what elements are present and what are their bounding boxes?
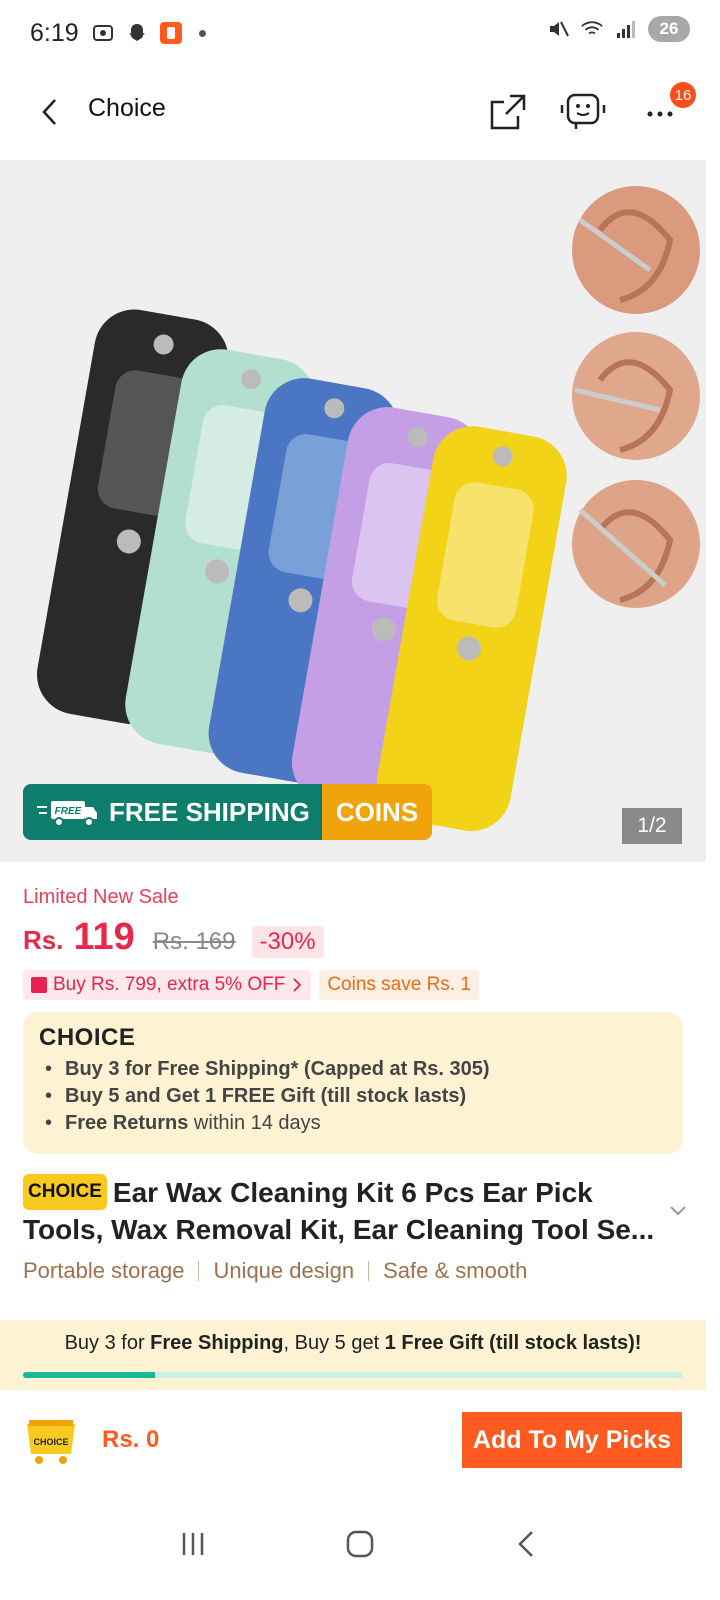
back-button[interactable] [30, 92, 70, 132]
coupon-row: Buy Rs. 799, extra 5% OFF Coins save Rs.… [23, 970, 479, 1000]
product-image-carousel[interactable]: FREE FREE SHIPPING COINS 1/2 [0, 160, 706, 862]
bundle-progress-fill [23, 1372, 155, 1378]
support-bot-icon [560, 93, 606, 129]
choice-logo: CHOICE [39, 1024, 136, 1051]
choice-benefits-list: Buy 3 for Free Shipping* (Capped at Rs. … [39, 1056, 667, 1137]
free-shipping-tag: FREE FREE SHIPPING [23, 784, 322, 840]
image-pager: 1/2 [622, 808, 682, 844]
feature-tag: Portable storage [23, 1258, 185, 1283]
coins-tag: COINS [321, 784, 433, 840]
discount-badge: -30% [251, 926, 324, 958]
bundle-progress-text: Buy 3 for Free Shipping, Buy 5 get 1 Fre… [64, 1332, 642, 1354]
store-coupon-text: Buy Rs. 799, extra 5% OFF [53, 974, 286, 995]
share-button[interactable] [484, 88, 532, 136]
free-shipping-coins-banner: FREE FREE SHIPPING COINS [23, 784, 433, 840]
app-notification-icon [159, 21, 183, 45]
feature-tag: Unique design [213, 1258, 355, 1283]
feature-tag: Safe & smooth [383, 1258, 528, 1283]
feature-separator [368, 1261, 370, 1281]
free-shipping-label: FREE SHIPPING [109, 796, 310, 827]
feature-tags: Portable storage Unique design Safe & sm… [23, 1258, 527, 1284]
cart-choice-label: CHOICE [33, 1437, 68, 1447]
choice-cart-icon: CHOICE [27, 1420, 75, 1464]
coins-label: COINS [335, 796, 419, 827]
customer-support-button[interactable] [559, 88, 607, 136]
free-badge-text: FREE [55, 806, 82, 817]
product-image [0, 160, 706, 862]
chevron-right-icon [293, 978, 302, 992]
signal-icon [614, 17, 638, 41]
original-price: Rs. 169 [152, 928, 236, 955]
wifi-icon [580, 17, 604, 41]
more-notifications-dot [198, 29, 206, 37]
choice-cart-button[interactable]: CHOICE [23, 1414, 79, 1466]
store-coupon[interactable]: Buy Rs. 799, extra 5% OFF [23, 970, 312, 1000]
chevron-down-icon[interactable] [666, 1198, 690, 1222]
system-back-button[interactable] [497, 1514, 557, 1574]
cart-total: Rs. 0 [102, 1426, 160, 1453]
sale-label: Limited New Sale [23, 886, 179, 908]
bundle-progress-banner: Buy 3 for Free Shipping, Buy 5 get 1 Fre… [0, 1320, 706, 1390]
app-header: Choice 16 [0, 70, 720, 156]
choice-benefits-card[interactable]: CHOICE Buy 3 for Free Shipping* (Capped … [23, 1012, 683, 1154]
status-notification-icons [91, 21, 206, 45]
screenshot-icon [91, 21, 115, 45]
coupon-icon [31, 977, 47, 993]
snapchat-icon [125, 21, 149, 45]
benefit-item: Free Returns within 14 days [39, 1110, 667, 1137]
benefit-item: Buy 3 for Free Shipping* (Capped at Rs. … [39, 1056, 667, 1083]
bottom-action-bar: CHOICE Rs. 0 Add To My Picks [0, 1392, 720, 1488]
product-title-text: Ear Wax Cleaning Kit 6 Pcs Ear Pick Tool… [23, 1177, 655, 1245]
coins-save-text: Coins save Rs. 1 [327, 974, 471, 995]
benefit-item: Buy 5 and Get 1 FREE Gift (till stock la… [39, 1083, 667, 1110]
current-price: 119 [73, 916, 135, 958]
battery-indicator: 26 [648, 16, 690, 42]
status-system-icons: 26 [546, 16, 690, 42]
more-options-button[interactable]: 16 [636, 82, 696, 136]
add-to-my-picks-button[interactable]: Add To My Picks [462, 1412, 682, 1468]
delivery-truck-icon: FREE [37, 801, 97, 827]
status-bar: 6:19 26 [0, 0, 720, 66]
recent-apps-button[interactable] [163, 1514, 223, 1574]
back-icon [42, 99, 56, 125]
mute-icon [546, 17, 570, 41]
share-icon [490, 94, 526, 130]
price-row: Rs. 119 Rs. 169 -30% [23, 916, 324, 959]
recent-apps-icon [183, 1533, 204, 1555]
bundle-progress-bar [23, 1372, 683, 1378]
home-button[interactable] [330, 1514, 390, 1574]
home-icon [346, 1530, 374, 1558]
product-title[interactable]: CHOICE Ear Wax Cleaning Kit 6 Pcs Ear Pic… [23, 1173, 659, 1247]
coins-save-tag: Coins save Rs. 1 [319, 970, 479, 1000]
feature-separator [198, 1261, 200, 1281]
system-back-icon [517, 1531, 533, 1557]
notification-badge: 16 [670, 82, 696, 108]
choice-tag: CHOICE [23, 1173, 107, 1210]
system-navigation-bar [0, 1488, 720, 1600]
price-currency: Rs. [23, 925, 64, 955]
page-title: Choice [88, 94, 166, 122]
status-time: 6:19 [30, 18, 79, 47]
